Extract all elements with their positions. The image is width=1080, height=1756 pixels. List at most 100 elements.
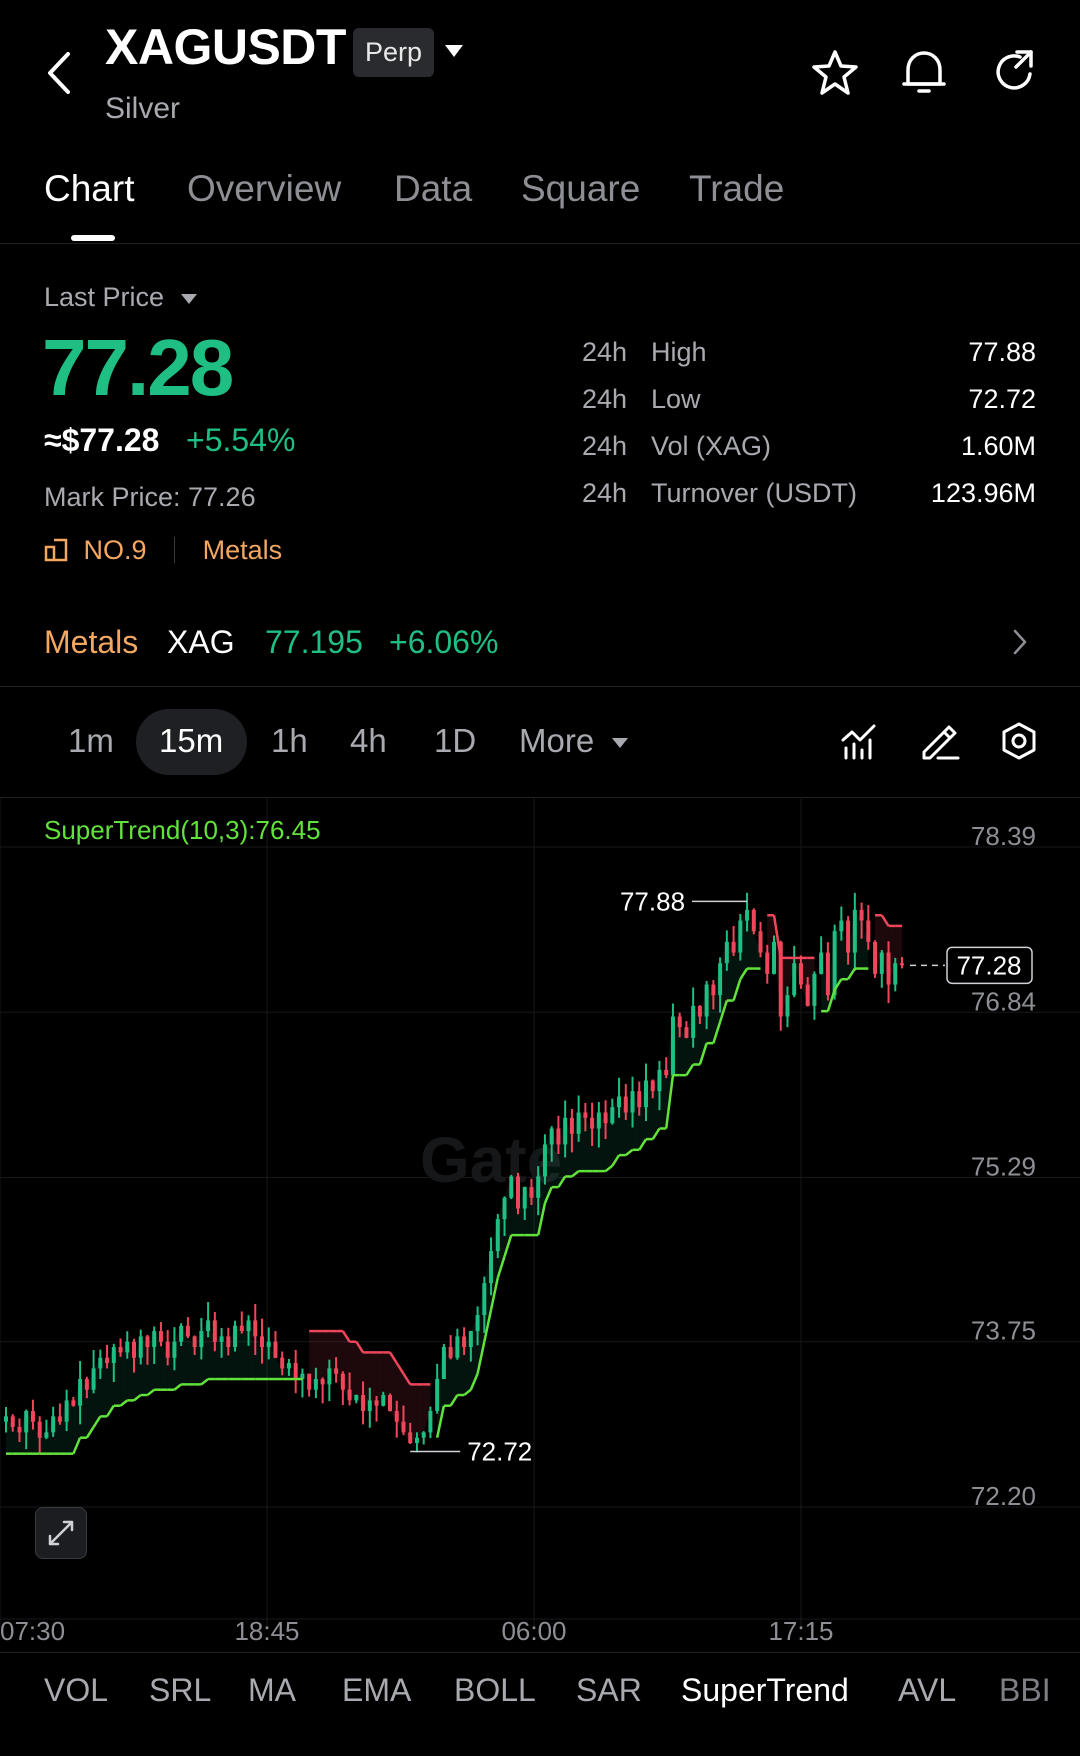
candle-body [516, 1176, 520, 1209]
stat-name-turnover: Turnover (USDT) [651, 478, 858, 508]
share-refresh-icon[interactable] [990, 48, 1038, 96]
candle-body [590, 1117, 595, 1129]
supertrend-fill-segment [416, 1384, 424, 1438]
price-chart[interactable]: Gate 78.39 76.84 75.29 73.75 72.20 07:30 18:4… [0, 797, 1080, 1653]
candle-body [873, 941, 878, 974]
indicator-srl[interactable]: SRL [149, 1672, 211, 1709]
current-price-label: 77.28 [956, 950, 1021, 980]
price-alert-bell-icon[interactable] [900, 46, 948, 98]
stat-value-turnover: 123.96M [930, 478, 1036, 508]
stat-value-low: 72.72 [968, 384, 1036, 414]
tab-overview[interactable]: Overview [187, 168, 341, 210]
candle-body [549, 1128, 554, 1145]
indicators-icon[interactable] [840, 722, 878, 765]
candle-body [765, 952, 770, 974]
candle-body [798, 963, 803, 985]
tab-trade[interactable]: Trade [689, 168, 784, 210]
candle-body [253, 1320, 258, 1337]
candle-body [30, 1411, 35, 1422]
supertrend-fill-segment [329, 1331, 337, 1374]
candle-body [751, 909, 756, 932]
candle-body [347, 1389, 352, 1401]
candle-body [839, 920, 844, 932]
indicator-ema[interactable]: EMA [342, 1672, 411, 1709]
indicator-sar[interactable]: SAR [576, 1672, 642, 1709]
interval-1m[interactable]: 1m [68, 722, 114, 760]
indicator-avl[interactable]: AVL [898, 1672, 956, 1709]
high-marker-label: 77.88 [620, 886, 685, 916]
candle-body [280, 1357, 285, 1369]
candle-body [354, 1395, 359, 1401]
candle-body [731, 941, 736, 953]
candle-body [158, 1331, 163, 1342]
candle-body [792, 963, 797, 996]
supertrend-fill-segment [369, 1352, 377, 1406]
candle-body [91, 1368, 96, 1390]
candle-body [758, 931, 763, 953]
symbol-title[interactable]: XAGUSDT [105, 18, 346, 76]
candle-body [610, 1107, 615, 1124]
candle-body [859, 909, 864, 921]
tab-data[interactable]: Data [394, 168, 472, 210]
category-label[interactable]: Metals [203, 535, 283, 565]
symbol-dropdown-icon[interactable] [444, 44, 464, 63]
candle-body [145, 1336, 150, 1348]
interval-15m[interactable]: 15m [159, 722, 223, 760]
candle-body [212, 1320, 217, 1342]
approx-usd-price: ≈$77.28 [44, 422, 160, 458]
chevron-right-icon[interactable] [1012, 629, 1028, 660]
indicator-boll[interactable]: BOLL [454, 1672, 536, 1709]
candle-body [132, 1341, 136, 1358]
candle-body [691, 1005, 696, 1038]
candle-body [64, 1400, 69, 1422]
supertrend-fill-segment [262, 1341, 269, 1380]
rank-and-category[interactable]: NO.9 Metals [44, 535, 282, 566]
x-tick-label: 18:45 [234, 1616, 299, 1646]
back-button[interactable] [44, 50, 72, 96]
tab-square[interactable]: Square [521, 168, 640, 210]
indicator-bbi[interactable]: BBI [999, 1672, 1051, 1709]
candlestick-chart[interactable]: Gate 78.3976.8475.2973.7572.20 07:30 18:4… [0, 797, 1080, 1653]
interval-more[interactable]: More [519, 722, 629, 760]
candle-body [462, 1336, 467, 1348]
interval-4h[interactable]: 4h [350, 722, 387, 760]
supertrend-fill-segment [315, 1331, 323, 1385]
favorite-star-icon[interactable] [810, 48, 860, 98]
candle-body [630, 1091, 635, 1113]
candle-body [718, 963, 723, 996]
draw-pencil-icon[interactable] [920, 722, 960, 765]
price-type-selector[interactable]: Last Price [44, 282, 198, 313]
interval-1d[interactable]: 1D [434, 722, 476, 760]
candle-body [71, 1400, 76, 1406]
indicator-ma[interactable]: MA [248, 1672, 296, 1709]
y-tick-label: 73.75 [971, 1316, 1036, 1346]
candle-body [664, 1069, 669, 1076]
tab-chart[interactable]: Chart [44, 168, 134, 210]
rank-label: NO.9 [83, 535, 147, 565]
indicator-supertrend[interactable]: SuperTrend [681, 1672, 849, 1709]
candle-body [495, 1219, 500, 1252]
candle-body [37, 1421, 42, 1438]
indicator-vol[interactable]: VOL [44, 1672, 108, 1709]
sector-price: 77.195 [265, 624, 363, 660]
candle-body [677, 1016, 682, 1028]
interval-1h[interactable]: 1h [271, 722, 308, 760]
candle-body [219, 1336, 224, 1342]
candle-body [772, 941, 776, 974]
candle-body [414, 1437, 419, 1444]
candle-body [468, 1331, 473, 1348]
candle-body [286, 1363, 291, 1369]
fullscreen-expand-icon[interactable] [35, 1507, 87, 1559]
chart-settings-icon[interactable] [1000, 721, 1038, 766]
candle-body [657, 1069, 662, 1092]
candle-body [367, 1400, 372, 1412]
candle-body [111, 1347, 116, 1364]
metals-sector-row[interactable] [0, 600, 1080, 684]
candle-body [704, 984, 709, 1017]
candle-body [846, 920, 851, 953]
candle-body [805, 984, 810, 1006]
candle-body [421, 1432, 426, 1438]
candle-body [825, 952, 830, 996]
candle-body [24, 1411, 29, 1433]
candle-body [489, 1251, 494, 1284]
